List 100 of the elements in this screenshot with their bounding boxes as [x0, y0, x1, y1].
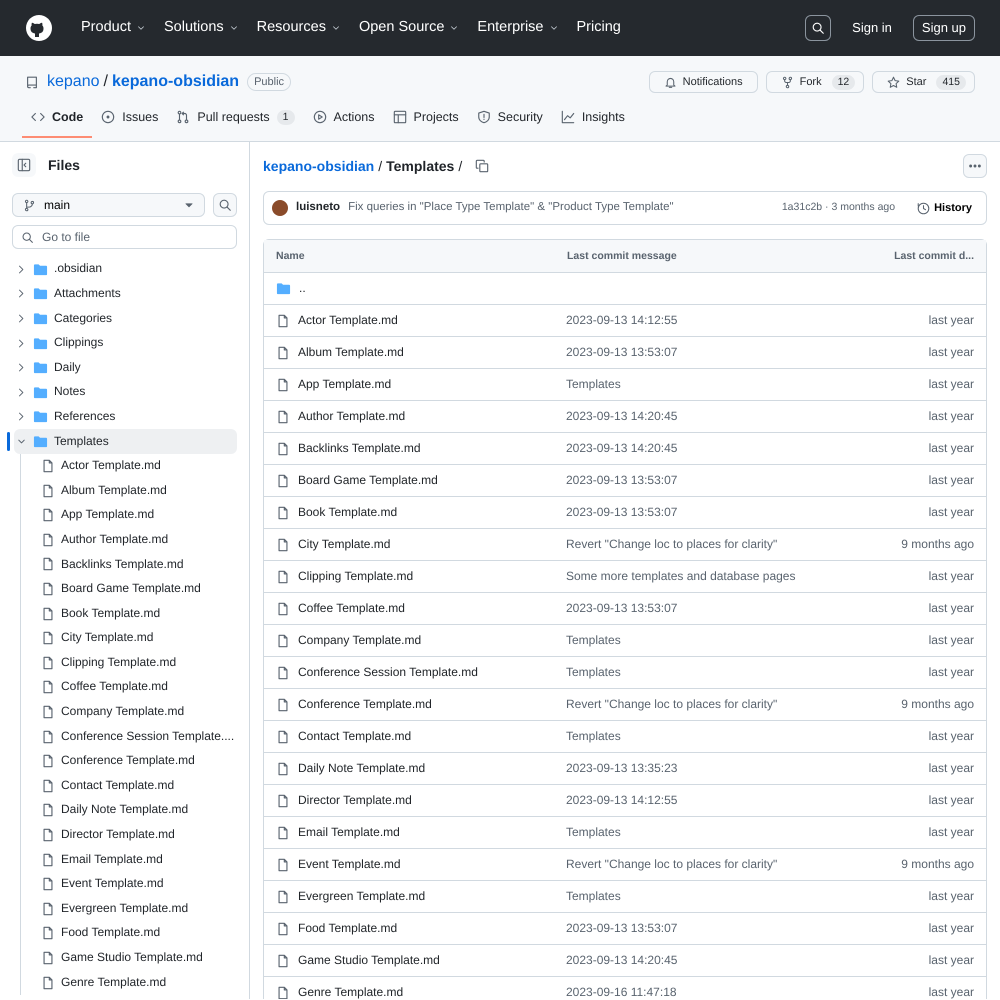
commit-message-link[interactable]: Templates — [566, 378, 824, 392]
file-link[interactable]: Actor Template.md — [298, 314, 398, 328]
tab[interactable]: Issues — [92, 98, 168, 138]
tree-item[interactable]: City Template.md — [39, 626, 237, 650]
commit-message-link[interactable]: Revert "Change loc to places for clarity" — [566, 538, 824, 552]
commit-message-link[interactable]: Some more templates and database pages — [566, 570, 824, 584]
commit-message-link[interactable]: Templates — [566, 730, 824, 744]
tree-item[interactable]: Event Template.md — [39, 872, 237, 896]
commit-message-link[interactable]: Templates — [566, 826, 824, 840]
commit-message-link[interactable]: Revert "Change loc to places for clarity" — [566, 858, 824, 872]
commit-message-link[interactable]: 2023-09-16 11:47:18 — [566, 986, 824, 999]
tree-item[interactable]: Book Template.md — [39, 601, 237, 626]
nav-menu-item[interactable]: Resources — [252, 17, 346, 39]
commit-author-link[interactable]: luisneto — [296, 199, 340, 217]
tree-item[interactable]: Author Template.md — [39, 528, 237, 552]
tab[interactable]: Insights — [552, 98, 634, 138]
file-link[interactable]: Food Template.md — [298, 922, 398, 936]
panel-toggle-button[interactable] — [12, 153, 36, 177]
file-link[interactable]: Evergreen Template.md — [298, 890, 426, 904]
nav-menu-item[interactable]: Enterprise — [472, 17, 564, 39]
breadcrumb-link[interactable]: kepano-obsidian — [263, 156, 374, 176]
file-link[interactable]: Genre Template.md — [298, 986, 404, 999]
branch-select[interactable]: main — [12, 193, 205, 217]
tree-item[interactable]: Daily — [14, 355, 237, 380]
file-link[interactable]: App Template.md — [298, 378, 392, 392]
commit-message-link[interactable]: 2023-09-13 13:53:07 — [566, 602, 824, 616]
commit-message-link[interactable]: 2023-09-13 14:12:55 — [566, 794, 824, 808]
tree-item[interactable]: Categories — [14, 306, 237, 331]
search-button[interactable] — [805, 15, 832, 41]
sign-in-link[interactable]: Sign in — [847, 18, 897, 38]
tree-item[interactable]: Company Template.md — [39, 700, 237, 724]
commit-message-link[interactable]: 2023-09-13 14:20:45 — [566, 410, 824, 424]
tab[interactable]: Code — [22, 98, 92, 138]
tree-item[interactable]: Genre Template.md — [39, 970, 237, 995]
commit-message-link[interactable]: Templates — [566, 890, 824, 904]
fork-button[interactable]: Fork 12 — [766, 71, 864, 93]
owner-link[interactable]: kepano — [47, 70, 100, 94]
file-link[interactable]: Contact Template.md — [298, 730, 412, 744]
tree-item[interactable]: Contact Template.md — [39, 773, 237, 798]
tree-item[interactable]: .obsidian — [14, 257, 237, 282]
tree-item[interactable]: Backlinks Template.md — [39, 552, 237, 577]
tree-item[interactable]: Notes — [14, 380, 237, 405]
commit-message-link[interactable]: 2023-09-13 13:35:23 — [566, 762, 824, 776]
nav-menu-item[interactable]: Product — [76, 17, 151, 39]
commit-message-link[interactable]: Templates — [566, 666, 824, 680]
tree-item[interactable]: Food Template.md — [39, 921, 237, 946]
tree-item[interactable]: Daily Note Template.md — [39, 798, 237, 823]
parent-folder-link[interactable]: .. — [276, 281, 566, 296]
tab[interactable]: Projects — [384, 98, 468, 138]
repo-name-link[interactable]: kepano-obsidian — [112, 70, 240, 94]
notifications-button[interactable]: Notifications — [648, 71, 758, 93]
file-link[interactable]: City Template.md — [298, 538, 390, 552]
nav-menu-item[interactable]: Open Source — [354, 17, 464, 39]
tree-item[interactable]: Conference Template.md — [39, 748, 237, 774]
commit-message-link[interactable]: 2023-09-13 14:20:45 — [566, 954, 824, 968]
commit-message-link[interactable]: 2023-09-13 13:53:07 — [566, 922, 824, 936]
tab[interactable]: Security — [468, 98, 552, 138]
file-link[interactable]: Email Template.md — [298, 826, 400, 840]
file-link[interactable]: Author Template.md — [298, 410, 406, 424]
tree-item[interactable]: Conference Session Template.... — [39, 724, 237, 749]
file-link[interactable]: Backlinks Template.md — [298, 442, 420, 456]
sign-up-button[interactable]: Sign up — [912, 15, 975, 41]
tree-item[interactable]: References — [14, 404, 237, 430]
file-link[interactable]: Conference Session Template.md — [298, 666, 478, 680]
go-to-file-field[interactable]: Go to file — [12, 225, 237, 249]
file-link[interactable]: Company Template.md — [298, 634, 422, 648]
commit-message-link[interactable]: Revert "Change loc to places for clarity" — [566, 698, 824, 712]
file-link[interactable]: Daily Note Template.md — [298, 762, 426, 776]
tree-item[interactable]: Attachments — [14, 282, 237, 306]
tree-item[interactable]: Album Template.md — [39, 478, 237, 503]
tree-item[interactable]: Email Template.md — [39, 847, 237, 872]
tree-item[interactable]: Clipping Template.md — [39, 650, 237, 676]
nav-menu-item[interactable]: Pricing — [572, 17, 626, 39]
file-link[interactable]: Book Template.md — [298, 506, 398, 520]
file-link[interactable]: Director Template.md — [298, 794, 412, 808]
tab[interactable]: Pull requests 1 — [167, 98, 304, 138]
tree-item[interactable]: Coffee Template.md — [39, 675, 237, 700]
file-link[interactable]: Clipping Template.md — [298, 570, 414, 584]
file-link[interactable]: Coffee Template.md — [298, 602, 405, 616]
tree-item[interactable]: Clippings — [14, 330, 237, 356]
tree-item[interactable]: Game Studio Template.md — [39, 946, 237, 970]
file-link[interactable]: Game Studio Template.md — [298, 954, 440, 968]
nav-menu-item[interactable]: Solutions — [158, 17, 244, 39]
tree-item[interactable]: Evergreen Template.md — [39, 896, 237, 922]
tree-item[interactable]: App Template.md — [39, 502, 237, 528]
history-button[interactable]: History — [911, 198, 978, 218]
star-button[interactable]: Star 415 — [872, 71, 975, 93]
file-link[interactable]: Board Game Template.md — [298, 474, 438, 488]
file-link[interactable]: Album Template.md — [298, 346, 404, 360]
commit-message-link[interactable]: 2023-09-13 13:53:07 — [566, 506, 824, 520]
tree-item[interactable]: Director Template.md — [39, 822, 237, 848]
commit-message-link[interactable]: 2023-09-13 14:20:45 — [566, 442, 824, 456]
commit-message-link[interactable]: 2023-09-13 13:53:07 — [566, 474, 824, 488]
commit-message-link[interactable]: Fix queries in "Place Type Template" & "Product Type Template" — [348, 199, 674, 217]
file-link[interactable]: Event Template.md — [298, 858, 400, 872]
file-link[interactable]: Conference Template.md — [298, 698, 432, 712]
tree-item[interactable]: Board Game Template.md — [39, 576, 237, 602]
tab[interactable]: Actions — [304, 98, 384, 138]
tree-item[interactable]: Actor Template.md — [39, 454, 237, 478]
more-options-button[interactable] — [963, 154, 987, 178]
